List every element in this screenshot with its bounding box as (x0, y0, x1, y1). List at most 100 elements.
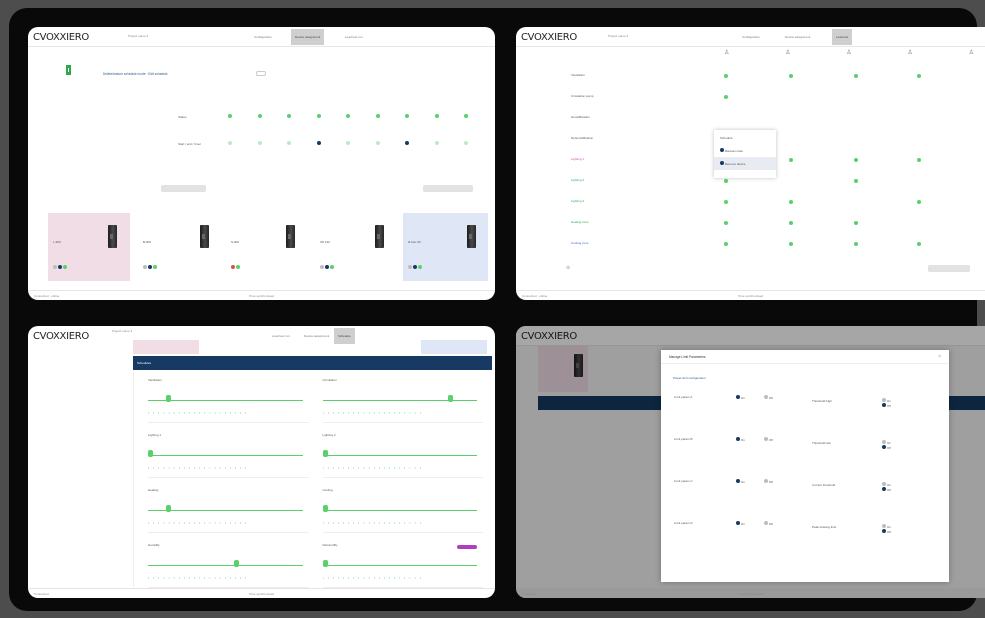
add-icon[interactable]: ⊕ (566, 265, 570, 271)
status-dot[interactable] (257, 114, 262, 118)
radio-off[interactable]: Off (764, 437, 773, 442)
timer-dot[interactable] (228, 141, 232, 145)
param-label: Threshold high (812, 399, 832, 403)
param-label: Threshold low (812, 441, 831, 445)
radio-group[interactable]: On Off (882, 398, 891, 408)
slider-track[interactable] (322, 565, 477, 566)
project-dropdown[interactable]: Project name ▾ (112, 329, 132, 333)
status-dot[interactable] (405, 114, 409, 118)
radio-group[interactable]: On Off (882, 524, 891, 534)
close-icon[interactable]: × (938, 354, 941, 360)
status-dot[interactable] (316, 114, 321, 118)
slider-handle[interactable] (148, 450, 153, 457)
radio-group[interactable]: On Off (882, 440, 891, 450)
slider-handle[interactable] (447, 395, 453, 402)
row-label: Ventilation (571, 73, 585, 77)
top-navigation: CVOXXIERO Project name ▾ Configuration D… (28, 27, 495, 47)
radio-off[interactable]: Off (764, 479, 773, 484)
status-dot[interactable] (434, 114, 439, 118)
edit-icon[interactable] (256, 71, 266, 76)
device-chip[interactable] (205, 340, 271, 354)
device-chip[interactable] (133, 340, 199, 354)
status-dot[interactable] (287, 114, 291, 118)
screen-device-assignment: CVOXXIERO Project name ▾ Configuration D… (28, 27, 495, 300)
tab-configuration[interactable]: Configuration (250, 29, 276, 45)
device-card[interactable]: R-Fan 90 (403, 213, 488, 281)
radio-on[interactable]: On (736, 395, 745, 400)
device-status (320, 265, 335, 270)
slider-handle[interactable] (322, 505, 328, 512)
project-dropdown[interactable]: Project name ▾ (608, 34, 628, 38)
radio-off[interactable]: Off (764, 521, 773, 526)
timer-dot[interactable] (405, 141, 409, 145)
connection-status: Connected (34, 592, 49, 596)
device-name: R-Fan 90 (408, 240, 421, 244)
project-dropdown[interactable]: Project name ▾ (128, 34, 148, 38)
slider-label: Circulation (322, 378, 337, 382)
radio-on[interactable]: On (736, 479, 745, 484)
slider-label: Lighting 2 (322, 433, 336, 437)
device-card[interactable]: B-900 (138, 213, 218, 281)
device-card[interactable]: L-900 (48, 213, 130, 281)
device-image (467, 225, 476, 248)
status-dot[interactable] (346, 114, 350, 118)
radio-on[interactable]: On (736, 437, 745, 442)
device-chip[interactable] (349, 340, 415, 354)
slider-track[interactable] (148, 455, 303, 456)
tab-device-assignment[interactable]: Device assignment (291, 29, 325, 45)
save-button[interactable] (423, 185, 473, 192)
timer-dot[interactable] (316, 141, 321, 145)
device-icon: ♙ (846, 50, 852, 56)
menu-item-remove[interactable]: Remove device (714, 157, 776, 170)
status-footer: Connected Time synchronised (516, 588, 985, 598)
context-menu: Schedule Manual mode Remove device (714, 130, 776, 178)
menu-item-schedule[interactable]: Schedule (714, 130, 776, 144)
device-strip (133, 340, 487, 354)
param-row: Peak shaving limit On Off (812, 524, 934, 566)
radio-off[interactable]: Off (764, 395, 773, 400)
slider-track[interactable] (148, 565, 303, 566)
menu-item-manual[interactable]: Manual mode (714, 144, 776, 157)
slider-handle[interactable] (166, 395, 171, 402)
brand-logo: CVOXXIERO (521, 32, 577, 43)
slider-track[interactable] (148, 400, 303, 401)
slider-handle[interactable] (322, 450, 328, 457)
timer-dot[interactable] (375, 141, 380, 145)
param-row: Limit param D On Off (674, 520, 799, 562)
tab-load-test[interactable]: Load test (832, 29, 853, 45)
slider-track[interactable] (322, 510, 477, 511)
hour-ticks: ıııııııııııııııııııı (148, 575, 251, 580)
status-dot[interactable] (375, 114, 380, 118)
slider-handle[interactable] (166, 505, 171, 512)
row-label: Humidification (571, 115, 590, 119)
status-dot[interactable] (464, 114, 468, 118)
timer-dot[interactable] (434, 141, 439, 145)
device-icon (66, 65, 71, 75)
timer-dot[interactable] (464, 141, 468, 145)
device-card[interactable]: Off 120 (315, 213, 395, 281)
schedule-slider-card: Humidify ıııııııııııııııııııı (148, 543, 309, 588)
tab-configuration[interactable]: Configuration (738, 29, 764, 45)
device-chip[interactable] (277, 340, 343, 354)
slider-handle[interactable] (234, 560, 239, 567)
tab-device-assignment[interactable]: Device assignment (781, 29, 814, 45)
timer-dot[interactable] (346, 141, 350, 145)
slider-track[interactable] (322, 400, 477, 401)
row-label: Dehumidification (571, 136, 594, 140)
slider-handle[interactable] (322, 560, 328, 567)
param-label: Limit param C (674, 479, 693, 483)
cancel-button[interactable] (161, 185, 206, 192)
row-label: Lighting 1 (571, 157, 585, 161)
slider-track[interactable] (148, 510, 303, 511)
timer-dot[interactable] (257, 141, 262, 145)
radio-on[interactable]: On (736, 521, 745, 526)
status-dot[interactable] (228, 114, 232, 118)
timer-dot[interactable] (287, 141, 291, 145)
slider-track[interactable] (322, 455, 477, 456)
save-button[interactable] (928, 265, 970, 272)
device-chip[interactable] (421, 340, 487, 354)
brand-logo: CVOXXIERO (33, 331, 89, 342)
tab-load-test[interactable]: Load test run (341, 29, 367, 45)
radio-group[interactable]: On Off (882, 482, 891, 492)
device-card[interactable]: S-900 (226, 213, 306, 281)
